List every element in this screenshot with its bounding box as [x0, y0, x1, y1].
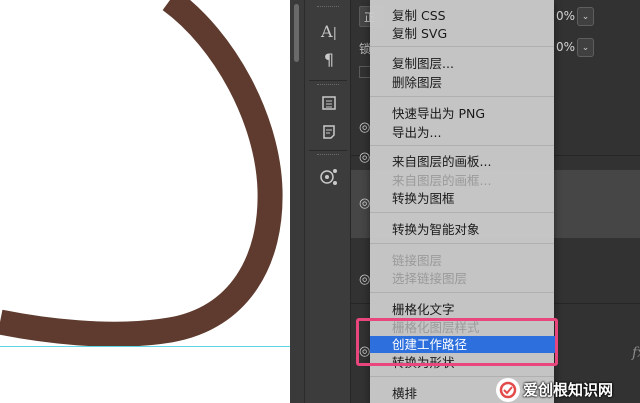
- annotation-highlight-box: [356, 318, 558, 366]
- character-icon[interactable]: A|: [317, 20, 341, 42]
- dock-grip[interactable]: [317, 6, 339, 8]
- paragraph-icon[interactable]: ¶: [317, 48, 341, 70]
- opacity-dropdown[interactable]: ⌄: [577, 7, 594, 26]
- menu-item-select-linked-layers: 选择链接图层: [392, 271, 468, 286]
- notes-icon[interactable]: [317, 121, 341, 143]
- fill-value[interactable]: 0%: [556, 40, 575, 54]
- menu-item-export-as[interactable]: 导出为...: [370, 124, 554, 141]
- menu-separator: [370, 96, 554, 97]
- eye-icon[interactable]: ◎: [359, 150, 370, 165]
- shape-stroke: [0, 0, 283, 347]
- eye-icon[interactable]: ◎: [359, 196, 370, 211]
- menu-separator: [370, 243, 554, 244]
- chevron-down-icon: ⌄: [581, 11, 590, 22]
- libraries-icon[interactable]: [317, 92, 341, 114]
- chevron-down-icon: ⌄: [581, 42, 590, 53]
- watermark: 爱创根知识网: [496, 376, 640, 403]
- dock-grip[interactable]: [317, 154, 339, 156]
- menu-item-rasterize-type[interactable]: 栅格化文字: [370, 301, 554, 318]
- watermark-logo-icon: [496, 377, 520, 402]
- watermark-text: 爱创根知识网: [523, 381, 614, 399]
- menu-separator: [370, 46, 554, 47]
- fill-dropdown[interactable]: ⌄: [577, 38, 594, 57]
- adjust-icon[interactable]: [317, 166, 341, 188]
- opacity-value[interactable]: 0%: [556, 9, 575, 23]
- smart-guide-line: [0, 346, 290, 347]
- panel-dock: A| ¶: [305, 0, 351, 403]
- eye-icon[interactable]: ◎: [359, 120, 370, 135]
- menu-item-copy-css[interactable]: 复制 CSS: [370, 7, 554, 24]
- menu-separator: [370, 212, 554, 213]
- menu-item-copy-svg[interactable]: 复制 SVG: [370, 25, 554, 42]
- dock-divider: [309, 80, 347, 81]
- menu-item-frame-from-layers: 来自图层的画框...: [392, 173, 492, 188]
- document-canvas[interactable]: [0, 0, 290, 403]
- menu-item-delete-layer[interactable]: 删除图层: [370, 74, 554, 91]
- dock-divider: [309, 150, 347, 151]
- menu-item-convert-to-frame[interactable]: 转换为图框: [370, 190, 554, 207]
- menu-item-convert-to-smart-object[interactable]: 转换为智能对象: [370, 221, 554, 238]
- layer-effects-fx-icon[interactable]: fx: [632, 345, 640, 361]
- menu-item-duplicate-layer[interactable]: 复制图层...: [370, 55, 554, 72]
- menu-separator: [370, 292, 554, 293]
- menu-item-quick-export-png[interactable]: 快速导出为 PNG: [370, 105, 554, 122]
- menu-item-artboard-from-layers[interactable]: 来自图层的画板...: [370, 153, 554, 170]
- eye-icon[interactable]: ◎: [359, 272, 370, 287]
- menu-item-link-layers: 链接图层: [392, 253, 443, 268]
- dock-grip[interactable]: [317, 84, 339, 86]
- menu-separator: [370, 145, 554, 146]
- scrollbar-thumb[interactable]: [294, 4, 299, 62]
